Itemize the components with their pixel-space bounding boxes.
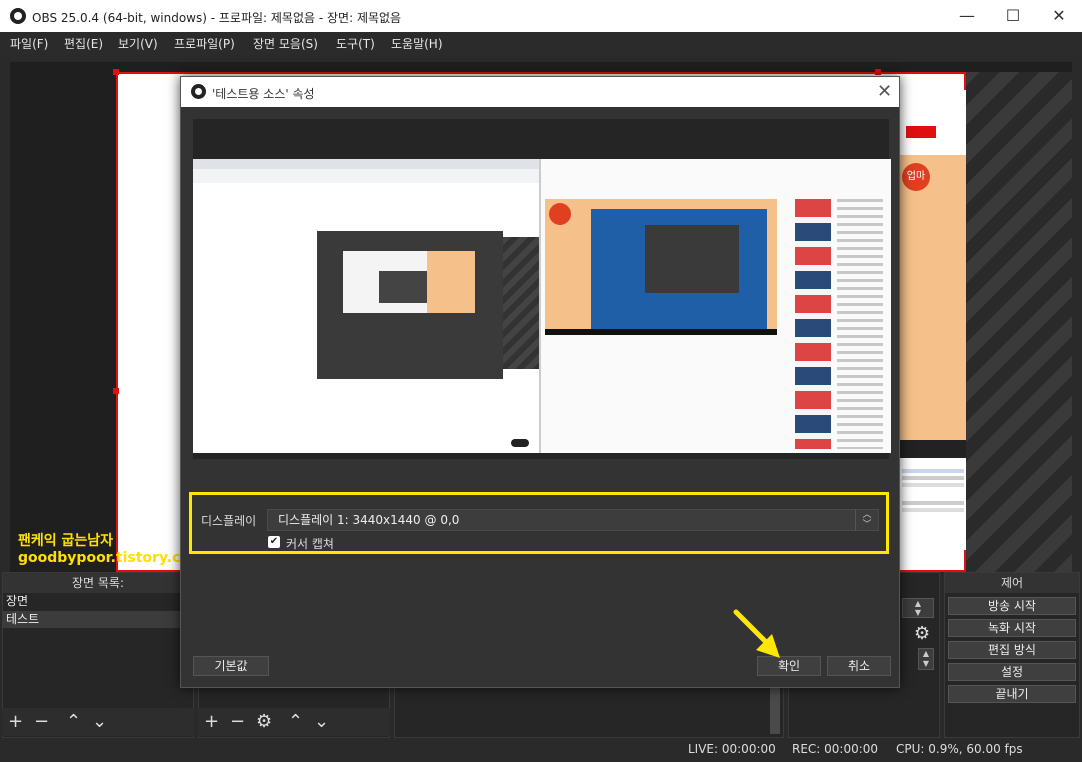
down-arrow-icon[interactable]: ⌄ [92,711,107,732]
close-icon[interactable]: ✕ [877,81,892,102]
capture-cursor-label: 커서 캡쳐 [286,537,334,551]
gear-icon[interactable]: ⚙ [256,711,272,732]
properties-dialog: '테스트용 소스' 속성 ✕ 디스플레이 디스플레이 1: 3440x1440 … [180,76,900,688]
dialog-titlebar: '테스트용 소스' 속성 ✕ [181,77,899,107]
mini-stripes [503,237,539,369]
cancel-button[interactable]: 취소 [827,656,891,676]
scene-item[interactable]: 장면 [2,593,196,610]
down-arrow-icon[interactable]: ⌄ [314,711,329,732]
menu-help[interactable]: 도움말(H) [391,35,443,52]
scene-item-selected[interactable]: 테스트 [2,611,196,628]
menu-edit[interactable]: 편집(E) [64,35,103,52]
minus-icon[interactable]: − [34,711,49,732]
resize-handle[interactable] [113,69,119,75]
menu-scene-collection[interactable]: 장면 모음(S) [253,35,318,52]
window-title: OBS 25.0.4 (64-bit, windows) - 프로파일: 제목없… [32,11,402,25]
transition-spinner[interactable]: ▲ ▼ [918,648,934,670]
display-select[interactable]: 디스플레이 1: 3440x1440 @ 0,0 ︿ ﹀ [267,509,879,531]
duration-spinner[interactable]: ▲ ▼ [902,598,934,618]
annotation-arrow-icon [733,609,780,658]
start-streaming-button[interactable]: 방송 시작 [948,597,1076,615]
menu-view[interactable]: 보기(V) [118,35,158,52]
close-button[interactable]: ✕ [1036,0,1082,32]
scenes-dock-title: 장면 목록: [3,573,193,593]
captured-video: 업마 [900,155,966,455]
mini-nested-window [379,271,427,303]
up-arrow-icon[interactable]: ⌃ [288,711,303,732]
obs-logo-icon [10,8,26,24]
cpu-status: CPU: 0.9%, 60.00 fps [896,742,1023,756]
menu-profile[interactable]: 프로파일(P) [174,35,235,52]
mini-obs-preview-video [427,251,475,313]
menu-file[interactable]: 파일(F) [10,35,48,52]
preview-empty-region [960,72,1072,572]
exit-button[interactable]: 끝내기 [948,685,1076,703]
dialog-title: '테스트용 소스' 속성 [212,87,315,101]
mini-obs-window-2 [645,225,739,293]
capture-cursor-checkbox[interactable]: ✔ [268,536,280,548]
studio-mode-button[interactable]: 편집 방식 [948,641,1076,659]
defaults-button[interactable]: 기본값 [193,656,269,676]
window-titlebar: OBS 25.0.4 (64-bit, windows) - 프로파일: 제목없… [0,0,1082,32]
menu-tools[interactable]: 도구(T) [336,35,375,52]
mini-button [511,439,529,447]
mixer-scrollbar[interactable] [770,686,780,734]
resize-handle[interactable] [875,69,881,75]
dialog-preview-capture [193,159,891,453]
mini-video-controls [545,329,777,335]
plus-icon[interactable]: + [8,711,23,732]
up-arrow-icon[interactable]: ⌃ [66,711,81,732]
captured-video-controls [900,440,966,458]
obs-logo-icon [191,84,206,99]
display-label: 디스플레이 [201,514,257,528]
controls-dock-title: 제어 [945,573,1079,593]
mini-browser-toolbar [193,169,539,183]
live-status: LIVE: 00:00:00 [688,742,776,756]
mini-browser-tabs [193,159,539,169]
chevron-updown-icon: ︿ ﹀ [855,510,878,530]
minus-icon[interactable]: − [230,711,245,732]
channel-badge: 업마 [902,163,930,191]
settings-button[interactable]: 설정 [948,663,1076,681]
mini-thumbnail-text [837,199,883,449]
rec-status: REC: 00:00:00 [792,742,879,756]
captured-text-lines [902,466,964,546]
display-select-value: 디스플레이 1: 3440x1440 @ 0,0 [278,513,460,527]
mini-channel-badge [549,203,571,225]
minimize-button[interactable]: — [944,0,990,32]
menu-bar: 파일(F) 편집(E) 보기(V) 프로파일(P) 장면 모음(S) 도구(T)… [0,32,1082,54]
watermark-url: goodbypoor.tistory.com [18,550,205,566]
plus-icon[interactable]: + [204,711,219,732]
youtube-logo [906,126,936,138]
maximize-button[interactable]: ☐ [990,0,1036,32]
mini-thumbnails [795,199,831,449]
watermark-title: 팬케익 굽는남자 [18,533,114,549]
start-recording-button[interactable]: 녹화 시작 [948,619,1076,637]
gear-icon[interactable]: ⚙ [914,623,930,644]
resize-handle[interactable] [113,388,119,394]
